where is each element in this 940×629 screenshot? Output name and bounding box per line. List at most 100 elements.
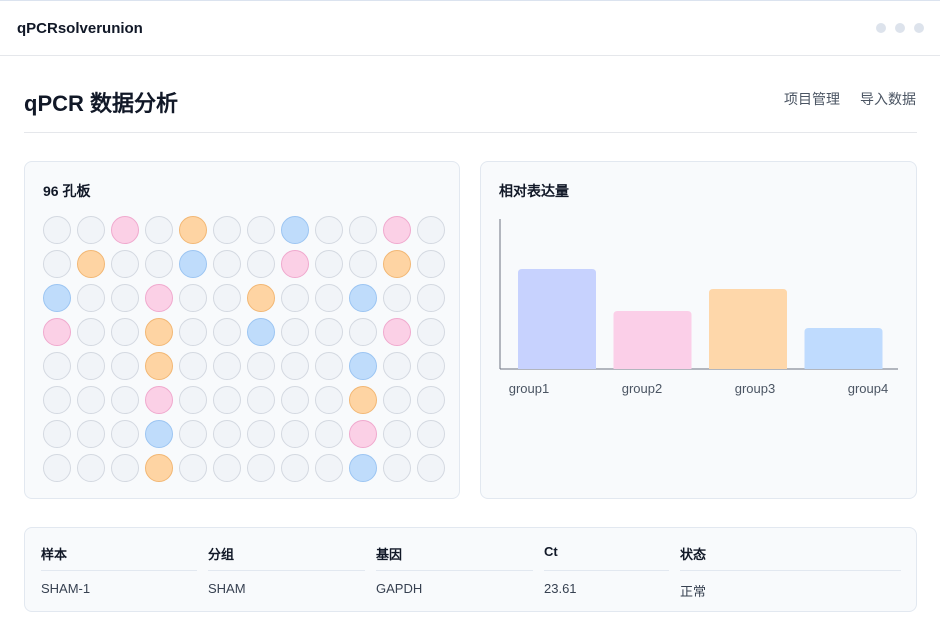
window-dot-icon[interactable] [914,23,924,33]
well-H12[interactable] [417,454,445,482]
well-E12[interactable] [417,352,445,380]
well-G8[interactable] [281,420,309,448]
well-B11[interactable] [383,250,411,278]
bar-group1[interactable] [518,269,596,369]
well-H2[interactable] [77,454,105,482]
well-H3[interactable] [111,454,139,482]
well-A10[interactable] [349,216,377,244]
well-B6[interactable] [213,250,241,278]
well-D11[interactable] [383,318,411,346]
well-F5[interactable] [179,386,207,414]
well-C1[interactable] [43,284,71,312]
well-A11[interactable] [383,216,411,244]
well-E6[interactable] [213,352,241,380]
well-F8[interactable] [281,386,309,414]
well-G7[interactable] [247,420,275,448]
well-A6[interactable] [213,216,241,244]
bar-group4[interactable] [804,328,883,369]
well-D1[interactable] [43,318,71,346]
well-F12[interactable] [417,386,445,414]
bar-group3[interactable] [709,289,787,369]
well-A7[interactable] [247,216,275,244]
well-C5[interactable] [179,284,207,312]
well-B7[interactable] [247,250,275,278]
well-H9[interactable] [315,454,343,482]
well-C12[interactable] [417,284,445,312]
well-C10[interactable] [349,284,377,312]
well-D6[interactable] [213,318,241,346]
well-A12[interactable] [417,216,445,244]
well-D2[interactable] [77,318,105,346]
well-G6[interactable] [213,420,241,448]
well-A3[interactable] [111,216,139,244]
well-B8[interactable] [281,250,309,278]
well-B2[interactable] [77,250,105,278]
well-C7[interactable] [247,284,275,312]
well-F2[interactable] [77,386,105,414]
well-B5[interactable] [179,250,207,278]
well-D4[interactable] [145,318,173,346]
well-C6[interactable] [213,284,241,312]
well-F9[interactable] [315,386,343,414]
well-E3[interactable] [111,352,139,380]
nav-import-data[interactable]: 导入数据 [860,89,916,109]
well-H6[interactable] [213,454,241,482]
well-D5[interactable] [179,318,207,346]
well-F7[interactable] [247,386,275,414]
well-C2[interactable] [77,284,105,312]
well-G4[interactable] [145,420,173,448]
well-H11[interactable] [383,454,411,482]
well-C11[interactable] [383,284,411,312]
well-C4[interactable] [145,284,173,312]
well-C9[interactable] [315,284,343,312]
window-dot-icon[interactable] [876,23,886,33]
well-H1[interactable] [43,454,71,482]
well-H5[interactable] [179,454,207,482]
well-B3[interactable] [111,250,139,278]
well-D8[interactable] [281,318,309,346]
well-E2[interactable] [77,352,105,380]
bar-group2[interactable] [613,311,692,369]
well-E5[interactable] [179,352,207,380]
well-H10[interactable] [349,454,377,482]
well-A8[interactable] [281,216,309,244]
well-G9[interactable] [315,420,343,448]
well-G5[interactable] [179,420,207,448]
well-F4[interactable] [145,386,173,414]
well-B1[interactable] [43,250,71,278]
well-A5[interactable] [179,216,207,244]
well-C3[interactable] [111,284,139,312]
well-H8[interactable] [281,454,309,482]
well-G10[interactable] [349,420,377,448]
well-E11[interactable] [383,352,411,380]
well-E7[interactable] [247,352,275,380]
well-A4[interactable] [145,216,173,244]
well-A9[interactable] [315,216,343,244]
well-F3[interactable] [111,386,139,414]
well-E10[interactable] [349,352,377,380]
well-B12[interactable] [417,250,445,278]
well-D7[interactable] [247,318,275,346]
well-H4[interactable] [145,454,173,482]
well-A2[interactable] [77,216,105,244]
well-H7[interactable] [247,454,275,482]
well-G3[interactable] [111,420,139,448]
well-F11[interactable] [383,386,411,414]
well-G12[interactable] [417,420,445,448]
well-F10[interactable] [349,386,377,414]
well-C8[interactable] [281,284,309,312]
well-D9[interactable] [315,318,343,346]
well-E4[interactable] [145,352,173,380]
well-G1[interactable] [43,420,71,448]
well-B10[interactable] [349,250,377,278]
well-D3[interactable] [111,318,139,346]
well-A1[interactable] [43,216,71,244]
window-dot-icon[interactable] [895,23,905,33]
well-F6[interactable] [213,386,241,414]
well-G11[interactable] [383,420,411,448]
well-E1[interactable] [43,352,71,380]
well-B4[interactable] [145,250,173,278]
well-D10[interactable] [349,318,377,346]
well-D12[interactable] [417,318,445,346]
well-F1[interactable] [43,386,71,414]
